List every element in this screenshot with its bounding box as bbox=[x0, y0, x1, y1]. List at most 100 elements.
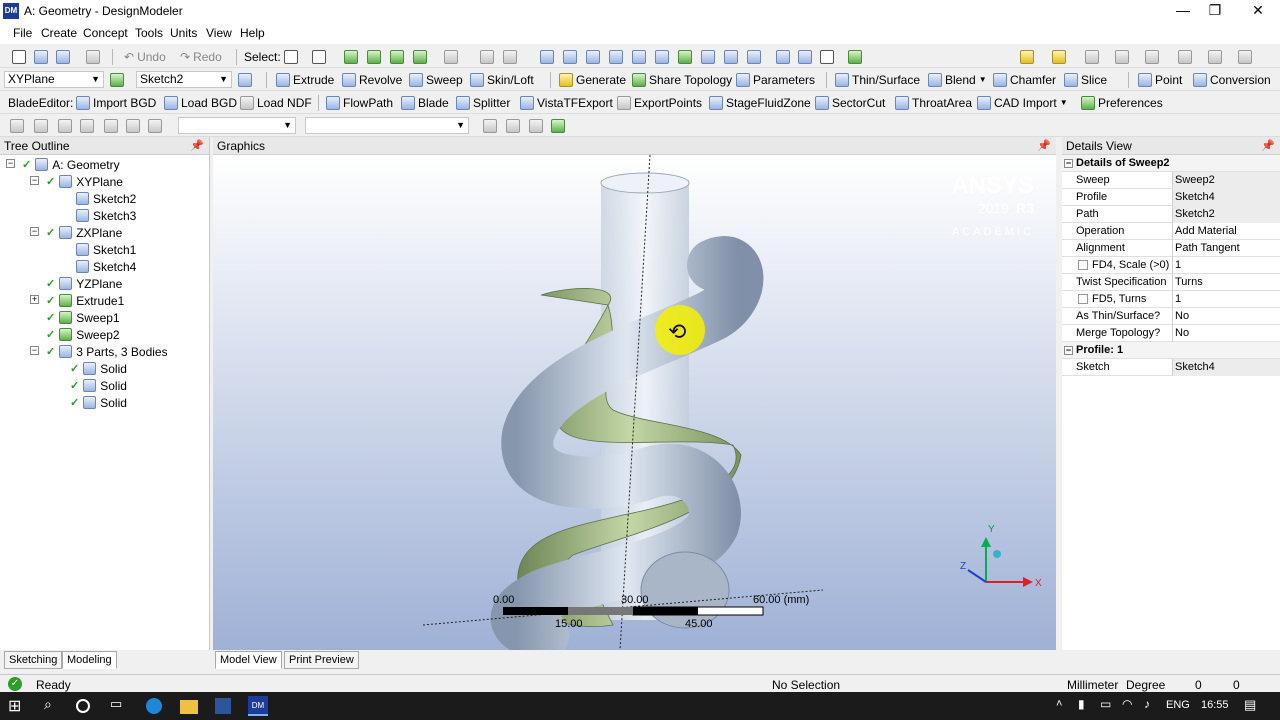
extend-selection-icon[interactable] bbox=[444, 48, 458, 65]
details-value[interactable]: Sketch2 bbox=[1172, 206, 1280, 223]
pan-icon[interactable] bbox=[563, 48, 577, 65]
share-topology-button[interactable]: Share Topology bbox=[632, 71, 732, 88]
redo-button[interactable]: ↷ Redo bbox=[180, 48, 222, 65]
throatarea-button[interactable]: ThroatArea bbox=[895, 94, 972, 111]
display-model-icon[interactable] bbox=[798, 48, 812, 65]
microphone-icon[interactable]: ▮ bbox=[1078, 697, 1085, 711]
tree-node[interactable]: ✓ Sweep2 bbox=[46, 326, 120, 343]
parameter-checkbox[interactable] bbox=[1078, 260, 1088, 270]
flowpath-button[interactable]: FlowPath bbox=[326, 94, 393, 111]
pin-icon[interactable]: 📌 bbox=[190, 139, 204, 152]
sketch-view-2-icon[interactable] bbox=[529, 117, 543, 134]
volume-icon[interactable]: ♪ bbox=[1144, 697, 1150, 711]
load-bgd-button[interactable]: Load BGD bbox=[164, 94, 237, 111]
restore-button[interactable]: ❐ bbox=[1192, 0, 1238, 22]
tree-node[interactable]: Sketch3 bbox=[72, 207, 136, 224]
battery-icon[interactable]: ▭ bbox=[1100, 697, 1111, 711]
preferences-button[interactable]: Preferences bbox=[1081, 94, 1163, 111]
box-select-icon[interactable] bbox=[480, 48, 494, 65]
details-value[interactable]: Path Tangent bbox=[1172, 240, 1280, 257]
point-button[interactable]: Point bbox=[1138, 71, 1182, 88]
plane-select[interactable]: XYPlane ▼ bbox=[4, 71, 104, 88]
new-plane-icon[interactable] bbox=[110, 71, 124, 88]
details-row[interactable]: Twist Specification Turns bbox=[1062, 274, 1280, 291]
details-value[interactable]: Turns bbox=[1172, 274, 1280, 291]
parameter-checkbox[interactable] bbox=[1078, 294, 1088, 304]
expand-toggle[interactable]: + bbox=[30, 295, 39, 304]
collapse-toggle[interactable]: − bbox=[1064, 346, 1073, 355]
view-color-icon[interactable] bbox=[1020, 48, 1034, 65]
conversion-button[interactable]: Conversion bbox=[1193, 71, 1271, 88]
save-icon[interactable] bbox=[34, 48, 48, 65]
close-button[interactable]: ✕ bbox=[1235, 0, 1280, 22]
box-zoom-icon[interactable] bbox=[655, 48, 669, 65]
details-row[interactable]: Merge Topology? No bbox=[1062, 325, 1280, 342]
expand-toggle[interactable]: − bbox=[30, 176, 39, 185]
splitter-button[interactable]: Splitter bbox=[456, 94, 510, 111]
screenshot-icon[interactable] bbox=[86, 48, 100, 65]
menu-concept[interactable]: Concept bbox=[83, 26, 128, 40]
generate-button[interactable]: Generate bbox=[559, 71, 626, 88]
word-icon[interactable] bbox=[215, 698, 231, 714]
details-value[interactable]: Sketch4 bbox=[1172, 189, 1280, 206]
menu-create[interactable]: Create bbox=[41, 26, 77, 40]
details-row[interactable]: As Thin/Surface? No bbox=[1062, 308, 1280, 325]
details-row[interactable]: Sweep Sweep2 bbox=[1062, 172, 1280, 189]
details-row[interactable]: Alignment Path Tangent bbox=[1062, 240, 1280, 257]
tree-node[interactable]: Sketch4 bbox=[72, 258, 136, 275]
details-value[interactable]: No bbox=[1172, 325, 1280, 342]
vertex-display-icon[interactable] bbox=[1145, 48, 1159, 65]
expand-toggle[interactable]: − bbox=[6, 159, 15, 168]
blade-button[interactable]: Blade bbox=[401, 94, 449, 111]
details-row[interactable]: Operation Add Material bbox=[1062, 223, 1280, 240]
tab-sketching[interactable]: Sketching bbox=[4, 651, 63, 669]
details-value[interactable]: Add Material bbox=[1172, 223, 1280, 240]
new-icon[interactable] bbox=[12, 48, 26, 65]
show-hidden-icons-icon[interactable]: ˄ bbox=[1056, 698, 1062, 710]
expand-toggle[interactable]: − bbox=[30, 346, 39, 355]
menu-file[interactable]: File bbox=[13, 26, 32, 40]
select-mode-icon[interactable] bbox=[284, 48, 298, 65]
sketch-option-select[interactable]: ▼ bbox=[305, 117, 469, 134]
frozen-body-icon[interactable] bbox=[1208, 48, 1222, 65]
details-row[interactable]: FD5, Turns 1 bbox=[1062, 291, 1280, 308]
pin-icon[interactable]: 📌 bbox=[1261, 139, 1275, 152]
details-value[interactable]: Sketch4 bbox=[1172, 359, 1280, 376]
thin-surface-button[interactable]: Thin/Surface bbox=[835, 71, 920, 88]
sectorcut-button[interactable]: SectorCut bbox=[815, 94, 885, 111]
measure-icon[interactable] bbox=[1238, 48, 1252, 65]
details-value[interactable]: 1 bbox=[1172, 291, 1280, 308]
select-face-icon[interactable] bbox=[390, 48, 404, 65]
tree-node[interactable]: ✓ A: Geometry bbox=[22, 156, 120, 173]
chamfer-button[interactable]: Chamfer bbox=[993, 71, 1056, 88]
sketch-tool-2-icon[interactable] bbox=[34, 117, 48, 134]
wifi-icon[interactable]: ◠ bbox=[1122, 697, 1132, 711]
menu-units[interactable]: Units bbox=[170, 26, 197, 40]
menu-view[interactable]: View bbox=[206, 26, 232, 40]
sweep-button[interactable]: Sweep bbox=[409, 71, 463, 88]
revolve-button[interactable]: Revolve bbox=[342, 71, 402, 88]
details-row[interactable]: Profile Sketch4 bbox=[1062, 189, 1280, 206]
blend-button[interactable]: Blend ▼ bbox=[928, 71, 987, 88]
save-as-icon[interactable] bbox=[56, 48, 70, 65]
windows-start-icon[interactable]: ⊞ bbox=[8, 696, 28, 716]
import-bgd-button[interactable]: Import BGD bbox=[76, 94, 156, 111]
tab-model-view[interactable]: Model View bbox=[215, 651, 282, 669]
tree-node[interactable]: ✓ Solid bbox=[70, 377, 127, 394]
sketch-tool-5-icon[interactable] bbox=[104, 117, 118, 134]
select-filter-icon[interactable] bbox=[312, 48, 326, 65]
tree-node[interactable]: Sketch1 bbox=[72, 241, 136, 258]
tree-node[interactable]: ✓ XYPlane bbox=[46, 173, 123, 190]
details-value[interactable]: No bbox=[1172, 308, 1280, 325]
previous-view-icon[interactable] bbox=[724, 48, 738, 65]
edge-direction-icon[interactable] bbox=[1115, 48, 1129, 65]
tree-node[interactable]: ✓ Extrude1 bbox=[46, 292, 124, 309]
details-group-header[interactable]: − Details of Sweep2 bbox=[1062, 155, 1280, 172]
sketch-filter-select[interactable]: ▼ bbox=[178, 117, 296, 134]
expand-toggle[interactable]: − bbox=[30, 227, 39, 236]
details-value[interactable]: Sweep2 bbox=[1172, 172, 1280, 189]
select-point-icon[interactable] bbox=[344, 48, 358, 65]
sketch-view-icon[interactable] bbox=[506, 117, 520, 134]
look-at-icon[interactable] bbox=[483, 117, 497, 134]
collapse-toggle[interactable]: − bbox=[1064, 159, 1073, 168]
